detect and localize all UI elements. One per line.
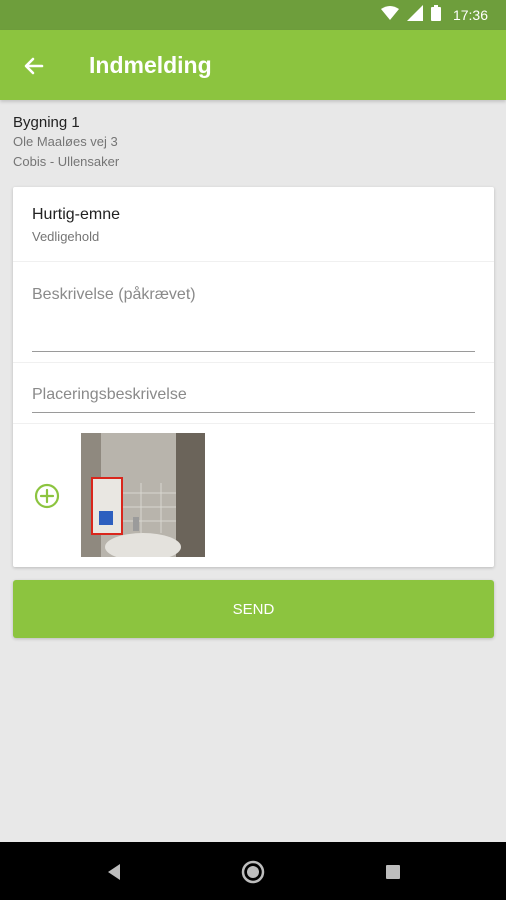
- add-photo-button[interactable]: [34, 483, 60, 509]
- building-info: Bygning 1 Ole Maaløes vej 3 Cobis - Ulle…: [13, 114, 119, 172]
- photo-image: [81, 433, 205, 557]
- back-button[interactable]: [20, 52, 48, 80]
- building-location: Cobis - Ullensaker: [13, 154, 120, 169]
- back-triangle-icon: [103, 864, 127, 888]
- report-form-card: Hurtig-emne Vedligehold Beskrivelse (påk…: [13, 187, 494, 567]
- attached-photo-thumbnail[interactable]: [81, 433, 205, 557]
- wifi-icon: [380, 5, 399, 25]
- status-bar: 17:36: [0, 0, 506, 30]
- nav-home-button[interactable]: [241, 860, 265, 884]
- add-circle-icon: [34, 483, 60, 513]
- arrow-left-icon: [20, 57, 48, 84]
- battery-icon: [430, 4, 441, 26]
- status-time: 17:36: [452, 7, 488, 23]
- home-circle-icon: [241, 860, 265, 888]
- quick-topic-label: Hurtig-emne: [32, 206, 121, 223]
- page-title: Indmelding: [89, 52, 212, 78]
- recents-square-icon: [381, 865, 405, 888]
- send-button-label: SEND: [232, 600, 275, 618]
- building-address: Ole Maaløes vej 3: [13, 134, 118, 149]
- android-nav-bar: [0, 842, 506, 900]
- description-field[interactable]: Beskrivelse (påkrævet): [32, 286, 475, 352]
- quick-topic-value: Vedligehold: [32, 229, 100, 244]
- app-bar: Indmelding: [0, 30, 506, 100]
- send-button[interactable]: SEND: [13, 580, 494, 638]
- divider: [13, 362, 494, 363]
- description-placeholder: Beskrivelse (påkrævet): [32, 286, 196, 303]
- divider: [13, 423, 494, 424]
- nav-recents-button[interactable]: [381, 860, 405, 884]
- placement-placeholder: Placeringsbeskrivelse: [32, 386, 187, 403]
- nav-back-button[interactable]: [103, 860, 127, 884]
- signal-icon: [406, 4, 423, 26]
- quick-topic-selector[interactable]: Hurtig-emne Vedligehold: [13, 187, 494, 262]
- building-name: Bygning 1: [13, 114, 80, 131]
- placement-field[interactable]: Placeringsbeskrivelse: [32, 386, 475, 413]
